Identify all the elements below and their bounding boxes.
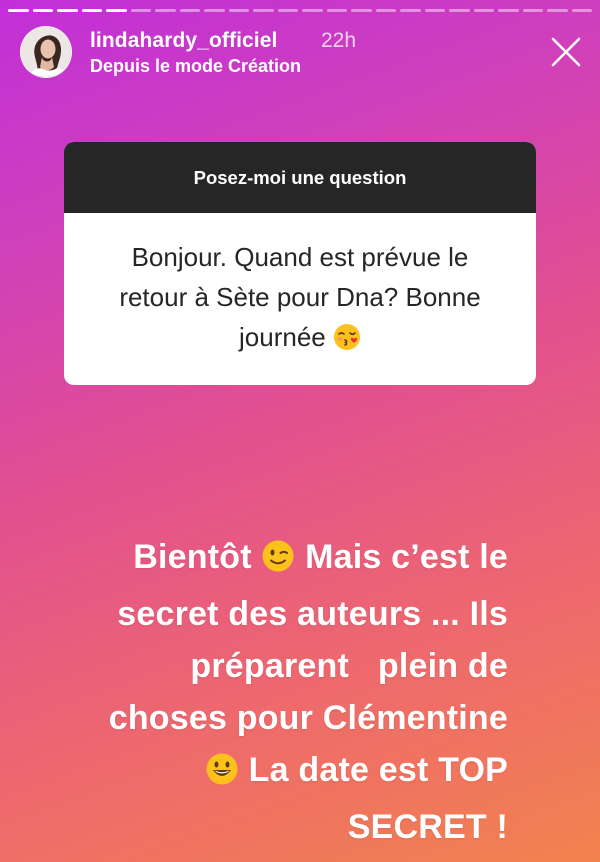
username[interactable]: lindahardy_officiel: [90, 29, 277, 53]
question-sticker-title: Posez-moi une question: [64, 142, 536, 213]
progress-segment: [81, 9, 102, 12]
question-text: Bonjour. Quand est prévue le retour à Sè…: [64, 213, 536, 385]
progress-segment: [8, 9, 29, 12]
question-line: Bonjour. Quand est prévue le: [131, 241, 469, 272]
grinning-face-icon: [205, 749, 239, 801]
profile-photo-icon: [21, 27, 71, 77]
progress-segment: [498, 9, 519, 12]
post-time: 22h: [321, 29, 357, 52]
answer-segment: Bientôt: [133, 538, 252, 576]
answer-line-5: La date est TOP: [40, 744, 508, 801]
avatar[interactable]: [20, 26, 72, 78]
answer-segment: La date est TOP: [248, 751, 508, 789]
story-header: lindahardy_officiel 22h Depuis le mode C…: [20, 26, 584, 80]
winking-face-icon: [261, 536, 295, 588]
progress-segment: [179, 9, 200, 12]
question-line: retour à Sète pour Dna? Bonne: [119, 281, 481, 312]
progress-segment: [375, 9, 396, 12]
progress-segment: [473, 9, 494, 12]
progress-segment: [547, 9, 568, 12]
progress-segment: [302, 9, 323, 12]
progress-segment: [228, 9, 249, 12]
progress-segment: [351, 9, 372, 12]
answer-segment: Mais c’est le: [305, 538, 508, 576]
question-sticker: Posez-moi une question Bonjour. Quand es…: [64, 142, 536, 385]
progress-segment: [57, 9, 78, 12]
close-icon: [551, 37, 581, 67]
answer-line-2: secret des auteurs ... Ils: [117, 595, 508, 633]
progress-segment: [326, 9, 347, 12]
progress-segment: [277, 9, 298, 12]
story-progress-bar: [8, 9, 592, 12]
progress-segment: [449, 9, 470, 12]
progress-segment: [522, 9, 543, 12]
progress-segment: [253, 9, 274, 12]
answer-text: Bientôt Mais c’est le secret des auteurs…: [40, 531, 508, 853]
answer-line-4: choses pour Clémentine: [108, 699, 508, 737]
progress-segment: [204, 9, 225, 12]
progress-segment: [571, 9, 592, 12]
story-source-label: Depuis le mode Création: [90, 56, 302, 76]
progress-segment: [400, 9, 421, 12]
answer-line-3: préparent plein de: [190, 647, 508, 685]
progress-segment: [32, 9, 53, 12]
face-blowing-kiss-icon: [333, 322, 361, 362]
progress-segment: [424, 9, 445, 12]
answer-line-6: SECRET !: [347, 808, 508, 846]
close-button[interactable]: [548, 34, 584, 70]
answer-line-1: Bientôt Mais c’est le: [40, 531, 508, 588]
question-line: journée: [239, 321, 326, 352]
progress-segment: [106, 9, 127, 12]
progress-segment: [130, 9, 151, 12]
progress-segment: [155, 9, 176, 12]
